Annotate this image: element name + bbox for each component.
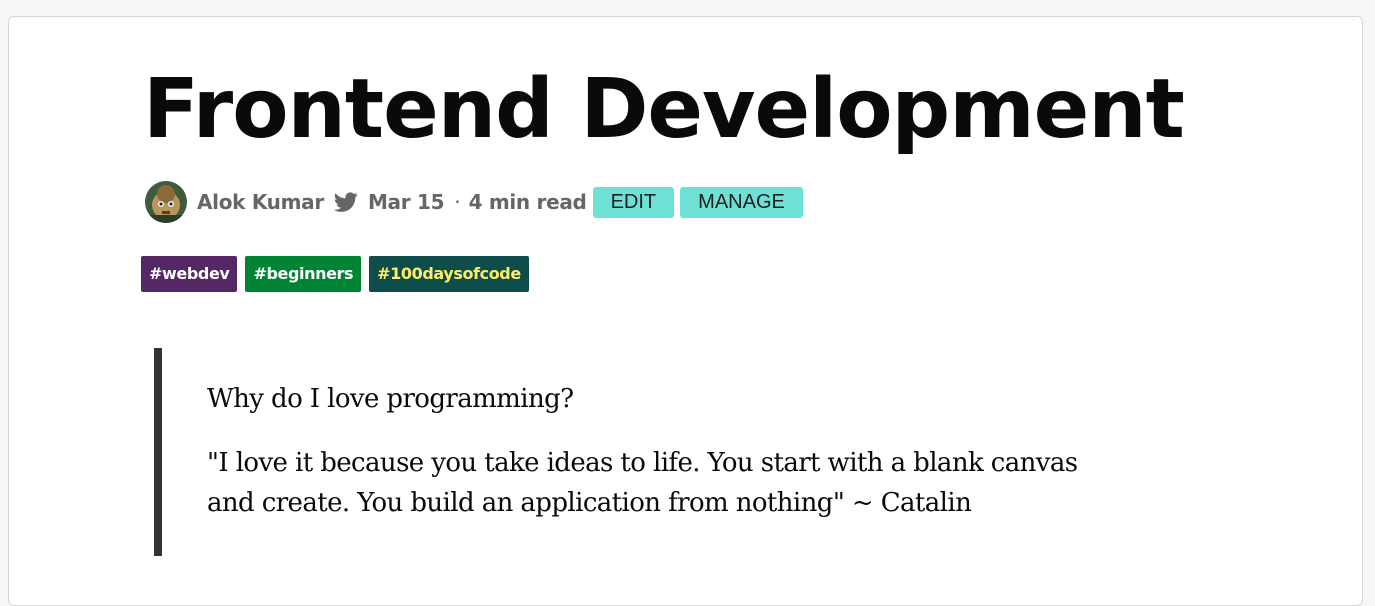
edit-button[interactable]: EDIT — [592, 186, 675, 218]
article-meta: Alok Kumar Mar 15 · 4 min read EDIT MANA… — [145, 181, 809, 223]
blockquote-bar — [154, 348, 162, 556]
read-time: 4 min read — [468, 190, 587, 214]
quote-line-2: and create. You build an application fro… — [207, 488, 972, 518]
author-avatar[interactable] — [145, 181, 187, 223]
meta-separator: · — [454, 190, 461, 214]
blockquote: Why do I love programming? "I love it be… — [207, 377, 1167, 523]
tag-webdev[interactable]: #webdev — [141, 256, 238, 292]
tag-beginners[interactable]: #beginners — [245, 256, 362, 292]
tag-list: #webdev #beginners #100daysofcode — [141, 256, 537, 292]
author-name[interactable]: Alok Kumar — [197, 190, 324, 214]
tag-100daysofcode[interactable]: #100daysofcode — [369, 256, 529, 292]
twitter-icon[interactable] — [332, 190, 360, 214]
publish-date: Mar 15 — [367, 190, 445, 214]
manage-button[interactable]: MANAGE — [680, 186, 803, 218]
quote-line-1: "I love it because you take ideas to lif… — [207, 448, 1078, 478]
quote-question: Why do I love programming? — [207, 384, 574, 414]
article-title: Frontend Development — [143, 62, 1185, 157]
article-card: Frontend Development Alok Kumar Mar 15 ·… — [8, 16, 1363, 606]
